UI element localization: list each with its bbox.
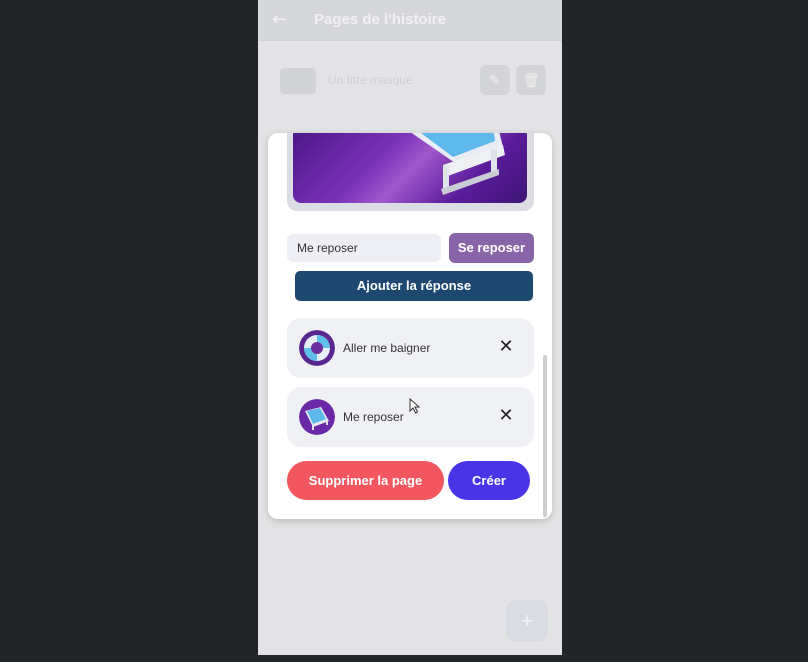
edit-button[interactable]: ✎ [480,65,510,95]
page-title: Pages de l'histoire [314,11,446,28]
info-text: Un titre masqué [328,73,413,87]
delete-icon-button[interactable]: 🗑 [516,65,546,95]
story-info-row: Un titre masqué ✎ 🗑 [258,58,562,104]
se-reposer-button[interactable]: Se reposer [449,233,534,263]
answer-item[interactable]: Aller me baigner ✕ [287,318,534,378]
arrow-left-icon[interactable]: ← [272,9,287,30]
page-image [293,133,527,203]
close-icon[interactable]: ✕ [498,407,514,425]
add-answer-button[interactable]: Ajouter la réponse [295,271,533,301]
page-image-frame [287,133,534,211]
add-fab-button[interactable]: + [506,600,548,642]
modal-scrollbar[interactable] [543,355,547,517]
close-icon[interactable]: ✕ [498,338,514,356]
page-edit-modal: r Se reposer Ajouter la réponse [268,133,552,519]
sun-lounger-icon [299,399,335,435]
swim-ring-icon [299,330,335,366]
sun-lounger-illustration [411,133,505,195]
answer-label: Aller me baigner [343,341,431,355]
answer-label: Me reposer [343,410,404,424]
mouse-cursor-icon [409,398,421,414]
create-button[interactable]: Créer [448,461,530,500]
thumbnail [280,68,316,94]
answer-item[interactable]: Me reposer ✕ [287,387,534,447]
plus-icon: + [520,608,534,633]
delete-page-button[interactable]: Supprimer la page [287,461,444,500]
app-bar: ← Pages de l'histoire [258,0,562,41]
answer-input[interactable] [287,234,441,262]
